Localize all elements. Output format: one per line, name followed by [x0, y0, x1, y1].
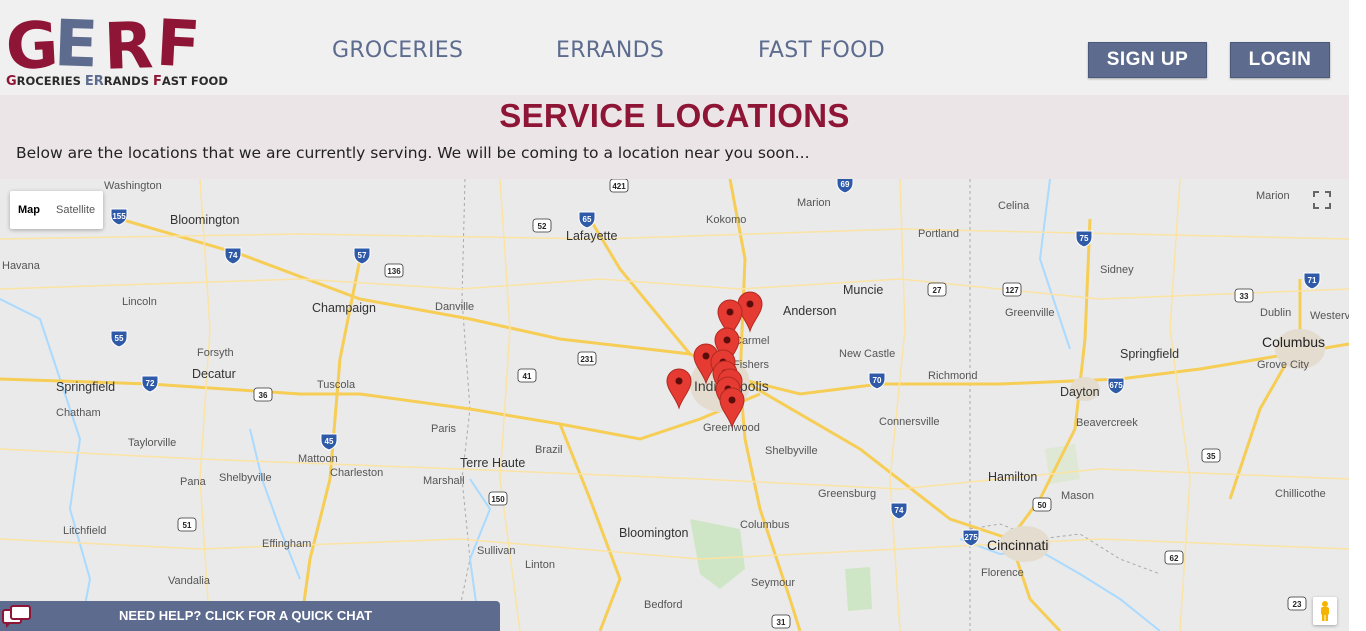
site-header: G E R F GROCERIES ERRANDS FAST FOOD GROC…	[0, 0, 1349, 95]
login-button[interactable]: LOGIN	[1230, 42, 1330, 78]
sign-up-button[interactable]: SIGN UP	[1088, 42, 1207, 78]
svg-text:R: R	[103, 10, 154, 74]
svg-text:F: F	[154, 10, 198, 74]
page-subtitle: Below are the locations that we are curr…	[16, 144, 810, 162]
quick-chat-label: NEED HELP? CLICK FOR A QUICK CHAT	[119, 608, 373, 623]
chat-bubble-icon	[2, 605, 31, 628]
map-type-map-button[interactable]: Map	[10, 191, 48, 229]
nav-fast-food[interactable]: FAST FOOD	[758, 38, 885, 63]
page-title: SERVICE LOCATIONS	[499, 97, 850, 134]
svg-text:G: G	[6, 10, 56, 74]
fullscreen-icon[interactable]	[1311, 189, 1333, 211]
logo-tagline: GROCERIES ERRANDS FAST FOOD	[6, 74, 228, 89]
street-view-pegman-icon[interactable]	[1313, 597, 1337, 625]
logo-lettering: G E R F	[4, 7, 198, 86]
service-locations-banner: SERVICE LOCATIONS Below are the location…	[0, 95, 1349, 179]
map-type-control: Map Satellite	[10, 191, 104, 229]
quick-chat-bar[interactable]: NEED HELP? CLICK FOR A QUICK CHAT	[0, 601, 500, 631]
location-pins[interactable]	[0, 179, 1349, 631]
location-pin	[719, 387, 745, 429]
location-pin	[666, 368, 692, 410]
nav-groceries[interactable]: GROCERIES	[332, 38, 463, 63]
service-map[interactable]: Washington Bloomington Kokomo Marion Cel…	[0, 179, 1349, 631]
nav-errands[interactable]: ERRANDS	[556, 38, 664, 63]
gerf-logo[interactable]: G E R F GROCERIES ERRANDS FAST FOOD	[4, 7, 228, 92]
map-type-satellite-button[interactable]: Satellite	[48, 191, 103, 229]
svg-text:E: E	[53, 10, 96, 74]
